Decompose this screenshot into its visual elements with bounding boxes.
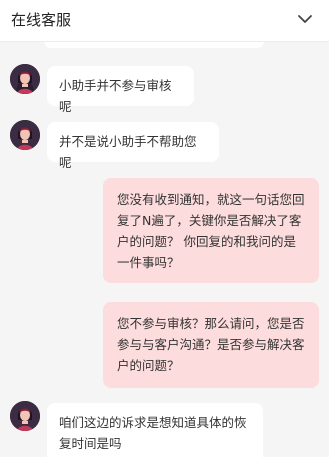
message-bubble: 小助手并不参与审核呢 (47, 66, 194, 114)
user-message-bubble: 您不参与审核？那么请问，您是否参与与客户沟通？是否参与解决客户的问题？ (103, 302, 319, 388)
page-title: 在线客服 (11, 11, 72, 29)
previous-message-bubble (44, 42, 264, 48)
chat-header: 在线客服 (0, 0, 329, 42)
agent-avatar-icon (10, 401, 40, 431)
agent-avatar-icon (10, 64, 40, 94)
user-message-bubble: 您没有收到通知，就这一句话您回复了N遍了，关键你是否解决了客户的问题？ 你回复的… (103, 178, 319, 283)
agent-avatar-icon (10, 120, 40, 150)
message-bubble: 咱们这边的诉求是想知道具体的恢复时间是吗 (47, 403, 263, 457)
message-bubble: 并不是说小助手不帮助您呢 (47, 122, 219, 170)
chevron-down-icon[interactable] (297, 13, 313, 25)
message-list[interactable]: 小助手并不参与审核呢 并不是说小助手不帮助您呢 您没有收到通知，就这一句话您回复… (0, 42, 329, 457)
